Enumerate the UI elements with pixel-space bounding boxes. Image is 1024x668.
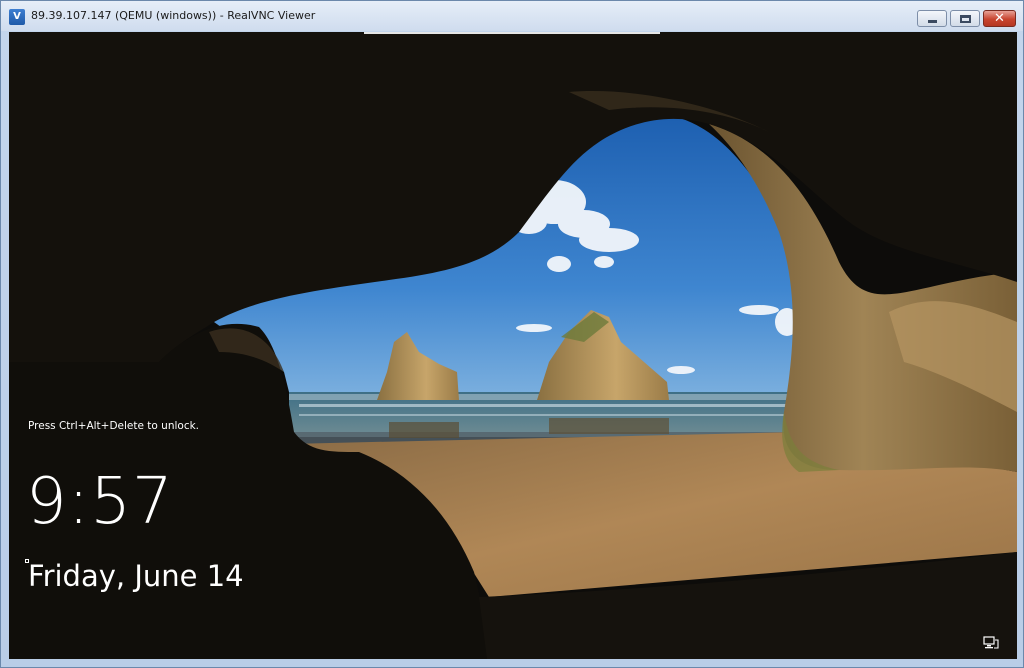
maximize-button[interactable] xyxy=(950,10,980,27)
vnc-toolbar-strip[interactable] xyxy=(364,32,660,34)
unlock-hint: Press Ctrl+Alt+Delete to unlock. xyxy=(28,420,200,432)
remote-desktop-screen[interactable]: Press Ctrl+Alt+Delete to unlock. 9:57 Fr… xyxy=(9,32,1017,659)
title-bar[interactable]: V 89.39.107.147 (QEMU (windows)) - RealV… xyxy=(1,1,1023,31)
maximize-icon xyxy=(959,14,971,23)
network-monitor-icon[interactable] xyxy=(983,636,999,650)
close-button[interactable]: ✕ xyxy=(983,10,1016,27)
minimize-icon xyxy=(927,19,937,23)
window-title: 89.39.107.147 (QEMU (windows)) - RealVNC… xyxy=(31,9,316,22)
close-icon: ✕ xyxy=(994,11,1005,26)
lockscreen-date: Friday, June 14 xyxy=(28,559,244,593)
minimize-button[interactable] xyxy=(917,10,947,27)
lockscreen-clock: 9:57 xyxy=(26,465,174,539)
vnc-viewer-window: V 89.39.107.147 (QEMU (windows)) - RealV… xyxy=(0,0,1024,668)
realvnc-icon[interactable]: V xyxy=(9,9,25,25)
